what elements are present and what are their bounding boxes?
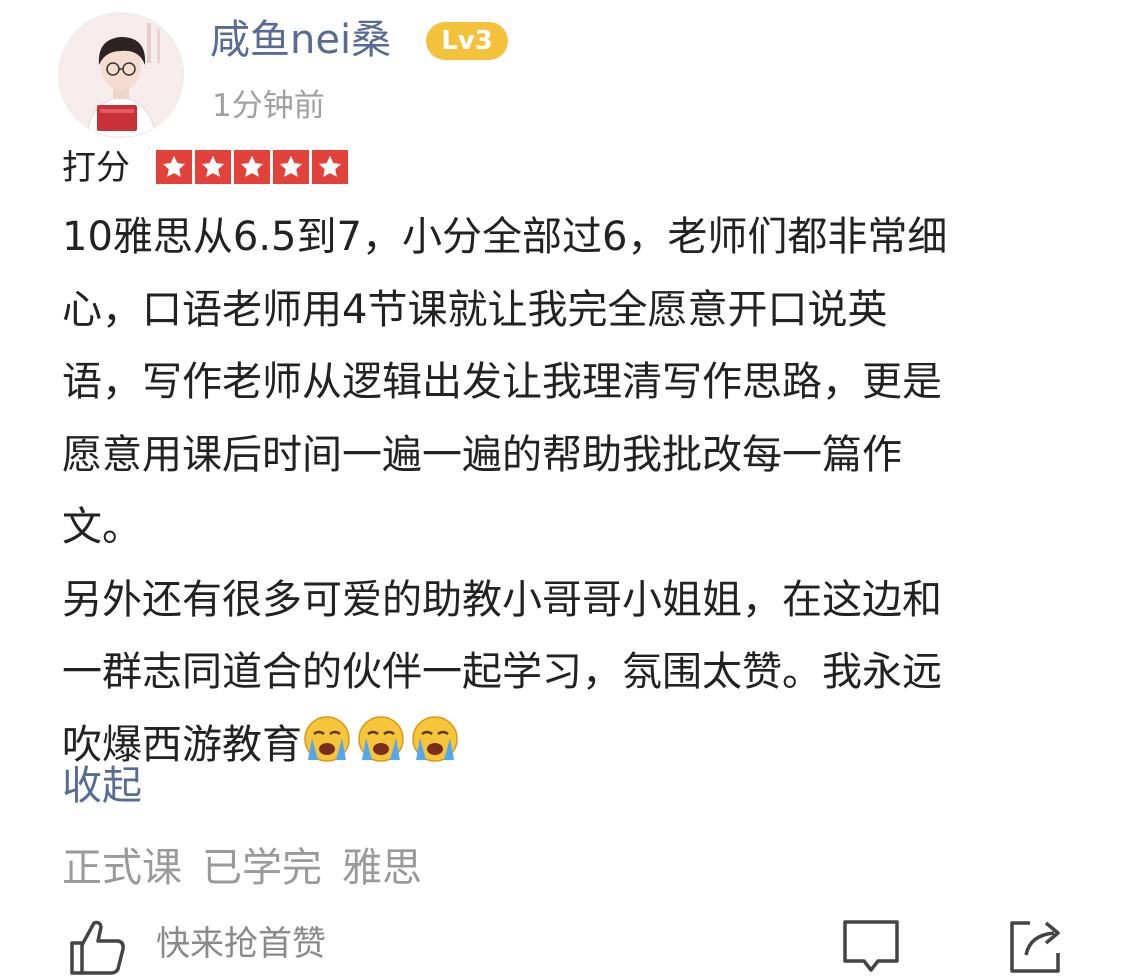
review-line: 愿意用课后时间一遍一遍的帮助我批改每一篇作 [62,431,902,478]
avatar-image [59,13,183,137]
like-prompt[interactable]: 快来抢首赞 [156,919,326,969]
star-icon [312,150,348,184]
comment-icon[interactable] [840,917,902,977]
thumbs-up-icon[interactable] [66,915,130,979]
star-icon [195,150,231,184]
tag-course-type: 正式课 [62,845,182,891]
action-bar: 快来抢首赞 [0,905,1124,978]
review-last-line: 吹爆西游教育 [62,709,1062,782]
share-icon[interactable] [1004,915,1066,977]
review-line: 另外还有很多可爱的助教小哥哥小姐姐，在这边和 [62,576,942,623]
review-line: 文。 [62,504,142,550]
star-icon [273,150,309,184]
review-text: 10雅思从6.5到7，小分全部过6，老师们都非常细 心，口语老师用4节课就让我完… [62,201,1062,781]
collapse-link[interactable]: 收起 [62,756,142,816]
review-line: 语，写作老师从逻辑出发让我理清写作思路，更是 [62,359,942,405]
star-icon [234,150,270,184]
review-line: 一群志同道合的伙伴一起学习，氛围太赞。我永远 [62,649,942,695]
crying-face-icon [358,715,404,762]
review-line: 10雅思从6.5到7，小分全部过6，老师们都非常细 [62,214,948,260]
username[interactable]: 咸鱼nei桑 [210,14,391,66]
star-icon [156,150,192,184]
tag-status: 已学完 [202,845,322,891]
level-badge: Lv3 [426,22,508,60]
post-time: 1分钟前 [212,88,325,124]
crying-face-icon [304,715,350,762]
rating-label: 打分 [62,148,130,188]
avatar[interactable] [58,12,184,138]
crying-face-icon [412,715,458,762]
tag-subject: 雅思 [342,845,422,891]
review-line: 心，口语老师用4节课就让我完全愿意开口说英 [62,286,888,333]
star-rating [156,150,348,184]
course-tags: 正式课 已学完 雅思 [62,838,422,898]
